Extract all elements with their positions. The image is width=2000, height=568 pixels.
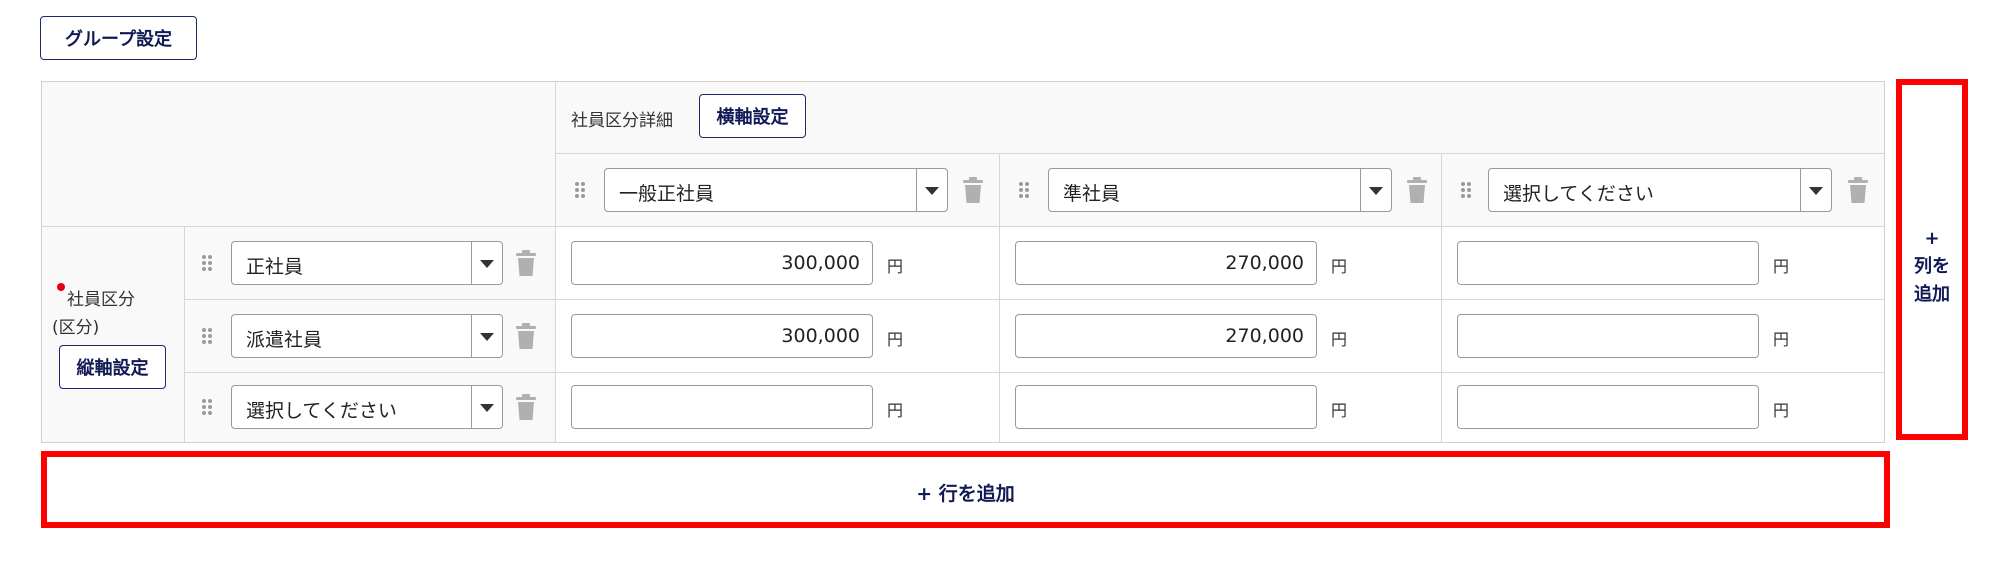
row-select-1[interactable]: 正社員 (231, 241, 503, 285)
value-cell: 円 (1442, 227, 1884, 300)
column-header-2: 準社員 (1000, 154, 1442, 227)
row-select-2[interactable]: 派遣社員 (231, 314, 503, 358)
value-cell: 円 (1000, 373, 1442, 442)
trash-icon[interactable] (515, 394, 537, 420)
value-cell: 円 (556, 373, 1000, 442)
trash-icon[interactable] (1406, 177, 1428, 203)
value-cell: 270,000 円 (1000, 227, 1442, 300)
row-axis-label: 社員区分 (67, 290, 135, 310)
plus-icon: + (1924, 228, 1940, 249)
corner-cell (42, 82, 556, 227)
column-select-value: 準社員 (1063, 183, 1121, 205)
row-header-3: 選択してください (185, 373, 556, 442)
drag-handle-icon[interactable] (573, 180, 587, 200)
drag-handle-icon[interactable] (200, 397, 214, 417)
chevron-down-icon (1809, 187, 1823, 195)
chevron-down-icon (480, 404, 494, 412)
amount-input[interactable] (1457, 385, 1759, 429)
yen-unit: 円 (1331, 330, 1348, 349)
column-header-3: 選択してください (1442, 154, 1884, 227)
row-select-value: 選択してください (246, 400, 397, 422)
add-column-button[interactable]: + 列を 追加 (1896, 79, 1968, 440)
amount-input[interactable]: 300,000 (571, 314, 873, 358)
amount-value: 270,000 (1225, 325, 1304, 347)
column-axis-header: 社員区分詳細 横軸設定 (556, 82, 1884, 154)
row-header-1: 正社員 (185, 227, 556, 300)
column-select-2[interactable]: 準社員 (1048, 168, 1392, 212)
row-select-3[interactable]: 選択してください (231, 385, 503, 429)
trash-icon[interactable] (515, 323, 537, 349)
chevron-down-icon (1369, 187, 1383, 195)
amount-input[interactable]: 300,000 (571, 241, 873, 285)
column-select-value: 一般正社員 (619, 183, 715, 205)
add-row-label: + 行を追加 (916, 483, 1015, 505)
chevron-down-icon (480, 260, 494, 268)
row-axis-header: 社員区分 (区分) 縦軸設定 (42, 227, 185, 442)
amount-value: 300,000 (781, 325, 860, 347)
value-cell: 円 (1442, 373, 1884, 442)
row-header-2: 派遣社員 (185, 300, 556, 373)
amount-input[interactable]: 270,000 (1015, 314, 1317, 358)
vertical-axis-button[interactable]: 縦軸設定 (59, 345, 166, 389)
chevron-down-icon (480, 333, 494, 341)
yen-unit: 円 (1773, 401, 1790, 420)
yen-unit: 円 (887, 330, 904, 349)
yen-unit: 円 (887, 401, 904, 420)
trash-icon[interactable] (962, 177, 984, 203)
amount-value: 300,000 (781, 252, 860, 274)
yen-unit: 円 (887, 257, 904, 276)
amount-input[interactable] (1457, 241, 1759, 285)
detail-label: 社員区分詳細 (571, 111, 673, 131)
required-indicator (57, 283, 65, 291)
yen-unit: 円 (1331, 401, 1348, 420)
row-axis-sublabel: (区分) (52, 318, 100, 338)
column-select-3[interactable]: 選択してください (1488, 168, 1832, 212)
value-cell: 270,000 円 (1000, 300, 1442, 373)
trash-icon[interactable] (515, 250, 537, 276)
column-select-value: 選択してください (1503, 183, 1654, 205)
amount-input[interactable] (1015, 385, 1317, 429)
row-select-value: 正社員 (246, 256, 304, 278)
drag-handle-icon[interactable] (1459, 180, 1473, 200)
column-header-1: 一般正社員 (556, 154, 1000, 227)
drag-handle-icon[interactable] (200, 253, 214, 273)
horizontal-axis-button[interactable]: 横軸設定 (699, 94, 806, 138)
yen-unit: 円 (1773, 330, 1790, 349)
value-cell: 300,000 円 (556, 227, 1000, 300)
value-cell: 円 (1442, 300, 1884, 373)
amount-input[interactable] (1457, 314, 1759, 358)
amount-value: 270,000 (1225, 252, 1304, 274)
value-cell: 300,000 円 (556, 300, 1000, 373)
amount-input[interactable]: 270,000 (1015, 241, 1317, 285)
chevron-down-icon (925, 187, 939, 195)
column-select-1[interactable]: 一般正社員 (604, 168, 948, 212)
drag-handle-icon[interactable] (200, 326, 214, 346)
drag-handle-icon[interactable] (1017, 180, 1031, 200)
yen-unit: 円 (1331, 257, 1348, 276)
add-column-label-1: 列を (1914, 256, 1950, 277)
add-column-label-2: 追加 (1914, 284, 1950, 305)
salary-matrix-table: 社員区分詳細 横軸設定 一般正社員 準社員 選択してください 社員区分 (区分)… (41, 81, 1885, 443)
group-settings-button[interactable]: グループ設定 (40, 16, 197, 60)
amount-input[interactable] (571, 385, 873, 429)
trash-icon[interactable] (1847, 177, 1869, 203)
row-select-value: 派遣社員 (246, 329, 323, 351)
add-row-button[interactable]: + 行を追加 (41, 451, 1890, 528)
yen-unit: 円 (1773, 257, 1790, 276)
